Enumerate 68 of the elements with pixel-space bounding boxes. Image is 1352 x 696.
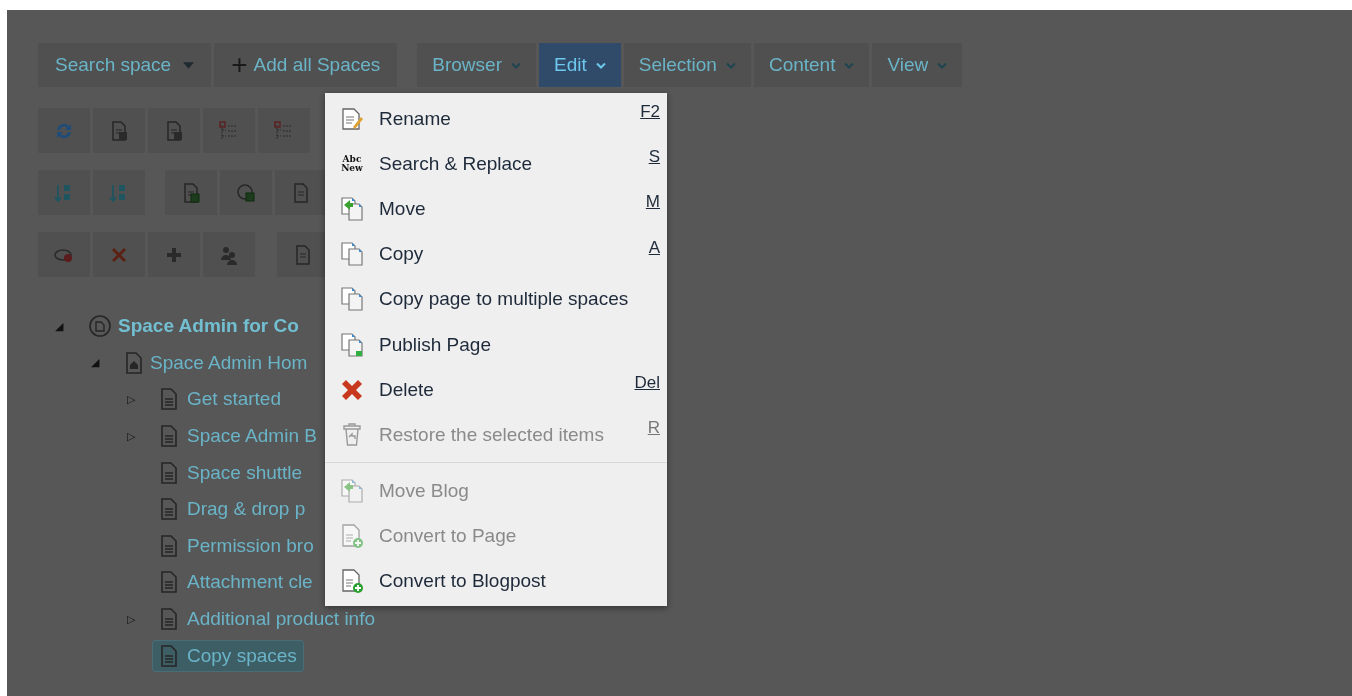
move-icon — [339, 478, 365, 505]
chevron-down-icon — [511, 61, 521, 69]
cross-button[interactable] — [93, 232, 145, 277]
tree-list-button[interactable] — [203, 108, 255, 153]
space-title[interactable]: Space Admin for Co — [118, 313, 299, 340]
convert-icon — [339, 568, 365, 595]
menu-tab[interactable]: Edit — [539, 43, 621, 87]
chevron-down-icon — [844, 61, 855, 69]
home-page-icon — [124, 350, 144, 375]
shortcut-key: M — [645, 192, 660, 213]
page-icon — [159, 424, 179, 449]
chevron-down-icon — [937, 61, 948, 69]
menu-tab[interactable]: Selection — [623, 43, 751, 87]
tree-item[interactable]: Space shuttle — [152, 456, 310, 489]
refresh-button[interactable] — [38, 108, 90, 153]
users-button[interactable] — [203, 232, 255, 277]
shortcut-key: Del — [634, 373, 660, 394]
tree-toggle[interactable]: ◢ — [88, 356, 102, 370]
plus-button[interactable] — [148, 232, 200, 277]
copy-icon — [339, 286, 365, 313]
tree-item[interactable]: Get started — [152, 383, 288, 416]
tree-item[interactable]: Permission bro — [152, 529, 321, 562]
tree-toggle[interactable]: ▷ — [124, 429, 138, 443]
chevron-down-icon — [595, 61, 606, 69]
selected-tree-item[interactable]: Copy spaces — [152, 639, 304, 672]
menu-item[interactable]: Copy page to multiple spaces — [325, 276, 667, 322]
menu-item[interactable]: Move M — [325, 186, 667, 232]
page-icon — [159, 387, 179, 412]
menu-item[interactable]: Abc New Search & Replace S — [325, 141, 667, 187]
tree-item[interactable]: Drag & drop p — [152, 493, 313, 526]
plus-icon: + — [231, 49, 248, 81]
page-icon — [159, 570, 179, 595]
tree-toggle[interactable]: ▷ — [124, 393, 138, 406]
menu-tab[interactable]: Browser — [417, 43, 536, 87]
menu-item[interactable]: Publish Page — [325, 321, 667, 368]
add-all-spaces-button[interactable]: + Add all Spaces — [214, 43, 398, 87]
page-icon — [159, 643, 179, 668]
shortcut-key: R — [647, 418, 660, 439]
tree-toggle[interactable]: ▷ — [124, 612, 138, 626]
rename-icon — [339, 105, 365, 132]
menu-item[interactable]: Rename F2 — [325, 96, 667, 142]
menu-item[interactable]: Delete Del — [325, 367, 667, 413]
move-icon — [339, 195, 365, 222]
search-space-dropdown[interactable]: Search space — [38, 43, 212, 87]
publish-icon — [339, 331, 365, 358]
menu-item[interactable]: Convert to Blogpost — [325, 558, 667, 605]
page-link[interactable]: Space Admin Hom — [150, 349, 308, 376]
page-icon — [159, 533, 179, 558]
doc-button[interactable] — [275, 170, 327, 215]
caret-icon — [183, 61, 195, 69]
text-replace-icon: Abc New — [339, 154, 365, 173]
page-icon — [159, 607, 179, 632]
shortcut-key: S — [648, 147, 660, 168]
space-icon — [88, 314, 112, 339]
copy-icon — [339, 241, 365, 268]
convert-icon — [339, 523, 365, 550]
tree-item[interactable]: Attachment cle — [152, 566, 320, 599]
page-icon — [159, 497, 179, 522]
menu-tab[interactable]: View — [872, 43, 963, 87]
tree-item[interactable]: Additional product info — [152, 603, 382, 636]
page-icon — [159, 460, 179, 485]
shortcut-key: F2 — [640, 102, 660, 122]
tree-item[interactable]: Space Admin B — [152, 420, 324, 453]
shortcut-key: A — [648, 237, 660, 258]
menu-item[interactable]: Copy A — [325, 231, 667, 277]
menu-tab[interactable]: Content — [753, 43, 870, 87]
tree-toggle[interactable]: ◢ — [52, 319, 66, 333]
chevron-down-icon — [725, 61, 736, 69]
